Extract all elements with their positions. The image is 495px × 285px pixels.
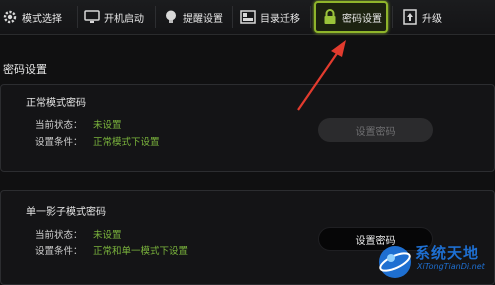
watermark: 系统天地 XiTongTianDi.net [375, 240, 495, 285]
watermark-title: 系统天地 [415, 244, 480, 262]
watermark-url: XiTongTianDi.net [417, 262, 485, 271]
watermark-logo-icon [379, 246, 411, 278]
